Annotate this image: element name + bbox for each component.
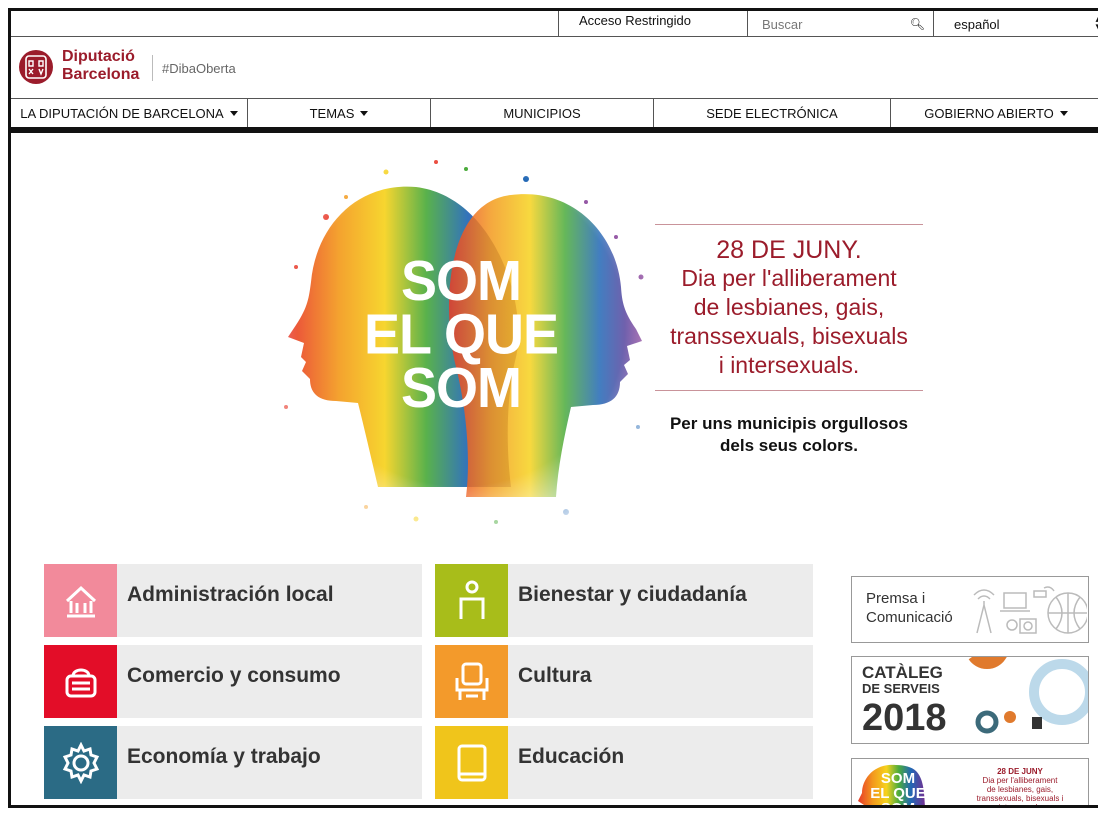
restricted-access-label: Acceso Restringido xyxy=(579,13,691,28)
tile-label: Cultura xyxy=(518,664,592,687)
caret-down-icon xyxy=(229,110,238,116)
nav-label: MUNICIPIOS xyxy=(503,105,581,121)
tile-icon-partial xyxy=(435,807,508,808)
person-icon xyxy=(435,564,508,637)
media-icons xyxy=(973,586,1087,634)
nav-label: TEMAS xyxy=(309,105,355,121)
tile-label: Educación xyxy=(518,745,625,768)
search-placeholder: Buscar xyxy=(762,16,803,32)
hero-line: Dia per l'alliberament xyxy=(681,265,897,291)
site-header: Diputació Barcelona #DibaOberta xyxy=(11,37,1098,99)
catalog-line-1: CATÀLEG xyxy=(862,663,943,682)
service-catalog-banner[interactable]: CATÀLEG DE SERVEIS 2018 xyxy=(851,656,1089,744)
nav-item-temas[interactable]: TEMAS xyxy=(248,99,431,127)
town-hall-icon xyxy=(44,564,117,637)
hero-text-block: 28 DE JUNY. Dia per l'alliberament de le… xyxy=(655,224,923,391)
pride-mini-banner[interactable]: SOM EL QUE SOM 28 DE JUNY Dia per l'alli… xyxy=(851,758,1089,808)
tile-next-row-left[interactable] xyxy=(44,807,422,808)
hero-rule-bottom xyxy=(655,390,923,391)
hashtag-link[interactable]: #DibaOberta xyxy=(162,61,236,76)
nav-item-municipios[interactable]: MUNICIPIOS xyxy=(431,99,654,127)
tile-economia-trabajo[interactable]: Economía y trabajo xyxy=(44,726,422,799)
catalog-graphic xyxy=(968,657,1088,734)
tile-label: Economía y trabajo xyxy=(127,745,321,768)
nav-item-sede-electronica[interactable]: SEDE ELECTRÓNICA xyxy=(654,99,891,127)
caret-down-icon xyxy=(360,110,369,116)
browser-viewport: Acceso Restringido Buscar 🔍︎ español ▴▾ … xyxy=(8,8,1098,808)
search-input[interactable]: Buscar 🔍︎ xyxy=(747,11,933,37)
logo-divider xyxy=(152,55,153,81)
hero-subtitle: Per uns municipis orgullosos dels seus c… xyxy=(655,413,923,457)
mini-date: 28 DE JUNY xyxy=(997,767,1043,776)
hero-subtitle-line-1: Per uns municipis orgullosos xyxy=(669,414,909,433)
theatre-seat-icon xyxy=(435,645,508,718)
nav-label: SEDE ELECTRÓNICA xyxy=(706,105,838,121)
logo-line-1: Diputació xyxy=(62,48,135,65)
mini-line: de lesbianes, gais, xyxy=(986,785,1054,794)
mini-line: Dia per l'alliberament xyxy=(982,776,1058,785)
search-icon[interactable]: 🔍︎ xyxy=(910,17,925,31)
mini-art-word-3: SOM xyxy=(881,800,915,808)
main-nav: LA DIPUTACIÓN DE BARCELONA TEMAS MUNICIP… xyxy=(11,99,1098,133)
book-icon xyxy=(435,726,508,799)
tile-next-row-right[interactable] xyxy=(435,807,813,808)
tile-educacion[interactable]: Educación xyxy=(435,726,813,799)
hero-line: i intersexuals. xyxy=(718,352,860,378)
restricted-access-link[interactable]: Acceso Restringido xyxy=(558,11,747,37)
language-selected: español xyxy=(954,16,1000,32)
tile-administracion-local[interactable]: Administración local xyxy=(44,564,422,637)
press-communication-banner[interactable]: Premsa i Comunicació xyxy=(851,576,1089,643)
tile-label: Administración local xyxy=(127,583,334,606)
pride-heads-illustration[interactable]: SOM EL QUE SOM xyxy=(266,157,656,535)
utility-bar: Acceso Restringido Buscar 🔍︎ español ▴▾ xyxy=(11,11,1098,37)
tile-label: Comercio y consumo xyxy=(127,664,341,687)
site-logo-text[interactable]: Diputació Barcelona xyxy=(62,48,139,84)
press-line-2: Comunicació xyxy=(866,609,953,626)
nav-label: GOBIERNO ABIERTO xyxy=(924,105,1054,121)
mini-line: transsexuals, bisexuals i xyxy=(976,794,1064,803)
hero-rule-top xyxy=(655,224,923,225)
caret-down-icon xyxy=(1059,110,1068,116)
hero-date: 28 DE JUNY. xyxy=(716,236,862,264)
hero-line: de lesbianes, gais, xyxy=(693,294,885,320)
catalog-year: 2018 xyxy=(862,697,947,739)
gear-icon xyxy=(44,726,117,799)
press-line-1: Premsa i xyxy=(866,590,926,607)
logo-line-2: Barcelona xyxy=(62,66,140,83)
tile-cultura[interactable]: Cultura xyxy=(435,645,813,718)
nav-item-gobierno-abierto[interactable]: GOBIERNO ABIERTO xyxy=(891,99,1098,127)
diputacio-shield-logo[interactable] xyxy=(19,50,53,84)
basket-icon xyxy=(44,645,117,718)
mini-line: intersexuals xyxy=(998,803,1042,808)
tile-label: Bienestar y ciudadanía xyxy=(518,583,747,606)
tile-icon-partial xyxy=(44,807,117,808)
nav-label: LA DIPUTACIÓN DE BARCELONA xyxy=(20,105,224,121)
catalog-line-2: DE SERVEIS xyxy=(862,681,940,696)
tile-bienestar-ciudadania[interactable]: Bienestar y ciudadanía xyxy=(435,564,813,637)
nav-item-diputacion[interactable]: LA DIPUTACIÓN DE BARCELONA xyxy=(11,99,248,127)
hero-subtitle-line-2: dels seus colors. xyxy=(720,436,858,455)
art-word-3: SOM xyxy=(401,356,521,419)
language-select[interactable]: español ▴▾ xyxy=(933,11,1098,37)
mini-pride-illustration: SOM EL QUE SOM xyxy=(858,764,926,808)
hero-line: transsexuals, bisexuals xyxy=(670,323,908,349)
tile-comercio-consumo[interactable]: Comercio y consumo xyxy=(44,645,422,718)
